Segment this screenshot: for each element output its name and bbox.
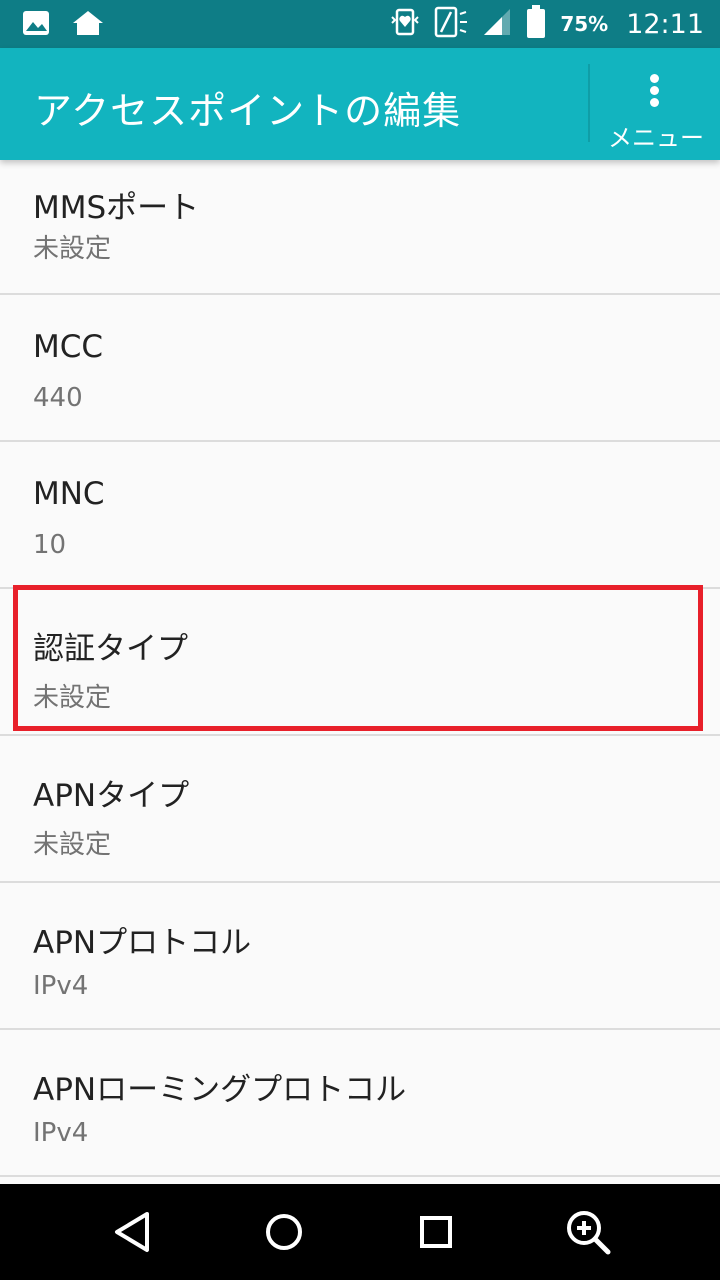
status-bar: 75% 12:11	[0, 0, 720, 48]
setting-mcc[interactable]: MCC 440	[0, 295, 720, 442]
home-icon	[72, 10, 104, 40]
apn-settings-list: MMSポート 未設定 MCC 440 MNC 10 認証タイプ 未設定 APNタ…	[0, 160, 720, 1177]
vibrate-heart-icon	[390, 7, 420, 41]
signal-icon	[482, 7, 512, 41]
more-vert-icon	[646, 74, 662, 114]
setting-value: 未設定	[33, 234, 112, 264]
navigation-bar	[0, 1184, 720, 1280]
setting-value: 440	[33, 383, 83, 413]
menu-divider	[588, 64, 590, 142]
setting-title: APNタイプ	[33, 778, 190, 814]
page-title: アクセスポイントの編集	[34, 89, 462, 133]
app-bar: アクセスポイントの編集 メニュー	[0, 48, 720, 160]
battery-icon	[526, 5, 546, 43]
setting-mnc[interactable]: MNC 10	[0, 442, 720, 589]
back-icon[interactable]	[102, 1202, 162, 1262]
setting-title: APNローミングプロトコル	[33, 1072, 407, 1108]
recents-icon[interactable]	[406, 1202, 466, 1262]
setting-title: MCC	[33, 329, 104, 365]
setting-value: IPv4	[33, 971, 89, 1001]
zoom-in-icon[interactable]	[558, 1202, 618, 1262]
setting-value: 未設定	[33, 830, 112, 860]
home-circle-icon[interactable]	[254, 1202, 314, 1262]
setting-apn-type[interactable]: APNタイプ 未設定	[0, 736, 720, 883]
menu-button[interactable]: メニュー	[592, 48, 720, 160]
setting-title: 認証タイプ	[33, 631, 188, 667]
setting-value: 10	[33, 530, 67, 560]
setting-mms-port[interactable]: MMSポート 未設定	[0, 160, 720, 295]
clock: 12:11	[626, 8, 704, 40]
setting-apn-protocol[interactable]: APNプロトコル IPv4	[0, 883, 720, 1030]
setting-value: IPv4	[33, 1118, 89, 1148]
setting-apn-roaming-protocol[interactable]: APNローミングプロトコル IPv4	[0, 1030, 720, 1177]
setting-title: MMSポート	[33, 190, 200, 226]
setting-title: APNプロトコル	[33, 925, 252, 961]
setting-auth-type[interactable]: 認証タイプ 未設定	[0, 589, 720, 736]
nfc-icon	[434, 6, 468, 42]
setting-title: MNC	[33, 476, 105, 512]
setting-value: 未設定	[33, 683, 112, 713]
battery-percent: 75%	[560, 12, 609, 36]
image-icon	[22, 10, 50, 40]
menu-label: メニュー	[608, 124, 704, 152]
